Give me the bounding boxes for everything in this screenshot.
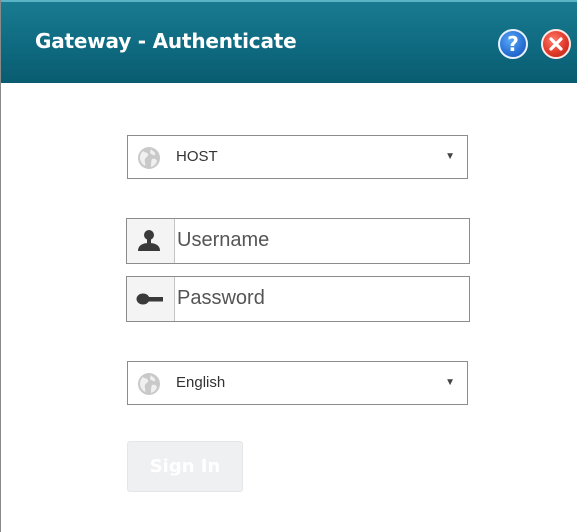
- language-select[interactable]: English ▼: [127, 361, 468, 405]
- password-field[interactable]: [126, 276, 470, 322]
- host-select[interactable]: HOST ▼: [127, 135, 468, 179]
- sign-in-button[interactable]: Sign In: [127, 441, 243, 492]
- close-icon[interactable]: [541, 29, 571, 59]
- title-bar: Gateway - Authenticate ?: [1, 0, 577, 83]
- password-icon-cell: [127, 277, 175, 321]
- chevron-down-icon: ▼: [445, 377, 455, 388]
- username-icon-cell: [127, 219, 175, 263]
- user-icon: [138, 230, 160, 251]
- language-select-value: English: [176, 374, 226, 391]
- username-field[interactable]: [126, 218, 470, 264]
- host-globe-cell: [128, 136, 172, 178]
- help-icon[interactable]: ?: [498, 29, 528, 59]
- globe-icon: [138, 373, 160, 395]
- language-globe-cell: [128, 362, 172, 404]
- authenticate-window: Gateway - Authenticate ? HOST ▼ Username…: [0, 0, 577, 532]
- globe-icon: [138, 147, 160, 169]
- password-input[interactable]: [177, 287, 457, 310]
- window-title: Gateway - Authenticate: [35, 29, 297, 53]
- username-input[interactable]: [177, 229, 457, 252]
- host-select-value: HOST: [176, 148, 218, 165]
- key-icon: [136, 293, 163, 305]
- chevron-down-icon: ▼: [445, 151, 455, 162]
